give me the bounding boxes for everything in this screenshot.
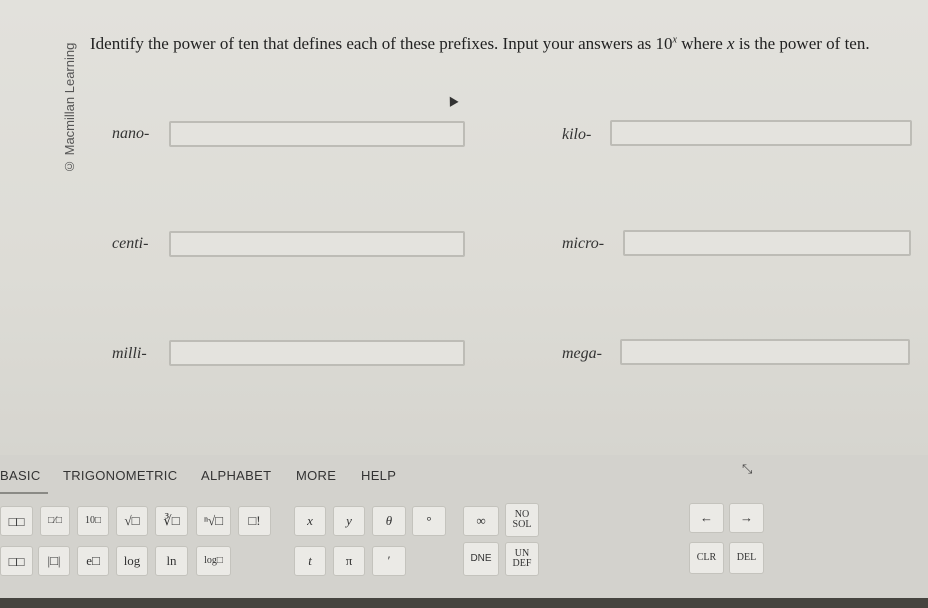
- micro-label: micro-: [562, 235, 605, 252]
- cube-root-key[interactable]: ∛□: [155, 506, 188, 536]
- tab-basic[interactable]: BASIC: [0, 468, 48, 494]
- prime-key[interactable]: ′: [372, 546, 406, 576]
- y-key[interactable]: y: [333, 506, 365, 536]
- milli-answer-input[interactable]: [169, 340, 465, 366]
- undefined-key[interactable]: UN DEF: [505, 542, 539, 576]
- centi-answer-input[interactable]: [169, 231, 465, 257]
- absolute-value-key[interactable]: |□|: [38, 546, 70, 576]
- ln-key[interactable]: ln: [155, 546, 188, 576]
- factorial-key[interactable]: □!: [238, 506, 271, 536]
- nano-label: nano-: [112, 125, 150, 142]
- micro-answer-input[interactable]: [623, 230, 911, 256]
- left-arrow-key[interactable]: ←: [689, 503, 724, 533]
- t-key[interactable]: t: [294, 546, 326, 576]
- nano-answer-input[interactable]: [169, 121, 465, 147]
- right-arrow-key[interactable]: →: [729, 503, 764, 533]
- pi-key[interactable]: π: [333, 546, 365, 576]
- collapse-keyboard-icon[interactable]: ⤡: [742, 462, 752, 477]
- tab-trigonometric[interactable]: TRIGONOMETRIC: [63, 468, 177, 483]
- log-key[interactable]: log: [116, 546, 148, 576]
- sqrt-key[interactable]: √□: [116, 506, 148, 536]
- nth-root-key[interactable]: ⁿ√□: [196, 506, 231, 536]
- question-panel: [0, 0, 928, 455]
- delete-key[interactable]: DEL: [729, 542, 764, 574]
- tab-more[interactable]: MORE: [296, 468, 336, 483]
- tab-alphabet[interactable]: ALPHABET: [201, 468, 271, 483]
- milli-label: milli-: [112, 345, 147, 362]
- dne-key[interactable]: DNE: [463, 542, 499, 576]
- degree-key[interactable]: °: [412, 506, 446, 536]
- tab-help[interactable]: HELP: [361, 468, 396, 483]
- copyright-watermark: © Macmillan Learning: [62, 42, 77, 174]
- screen-bottom-edge: [0, 598, 928, 608]
- log-base-key[interactable]: log□: [196, 546, 231, 576]
- no-solution-key[interactable]: NO SOL: [505, 503, 539, 537]
- question-text: Identify the power of ten that defines e…: [90, 34, 870, 53]
- kilo-label: kilo-: [562, 126, 592, 143]
- x-key[interactable]: x: [294, 506, 326, 536]
- mega-answer-input[interactable]: [620, 339, 910, 365]
- subscript-key[interactable]: □□: [0, 546, 33, 576]
- exponential-key[interactable]: e□: [77, 546, 109, 576]
- infinity-key[interactable]: ∞: [463, 506, 499, 536]
- theta-key[interactable]: θ: [372, 506, 406, 536]
- mega-label: mega-: [562, 345, 602, 362]
- superscript-key[interactable]: □□: [0, 506, 33, 536]
- clear-key[interactable]: CLR: [689, 542, 724, 574]
- centi-label: centi-: [112, 235, 149, 252]
- fraction-key[interactable]: □⁄□: [40, 506, 70, 536]
- ten-power-key[interactable]: 10□: [77, 506, 109, 536]
- kilo-answer-input[interactable]: [610, 120, 912, 146]
